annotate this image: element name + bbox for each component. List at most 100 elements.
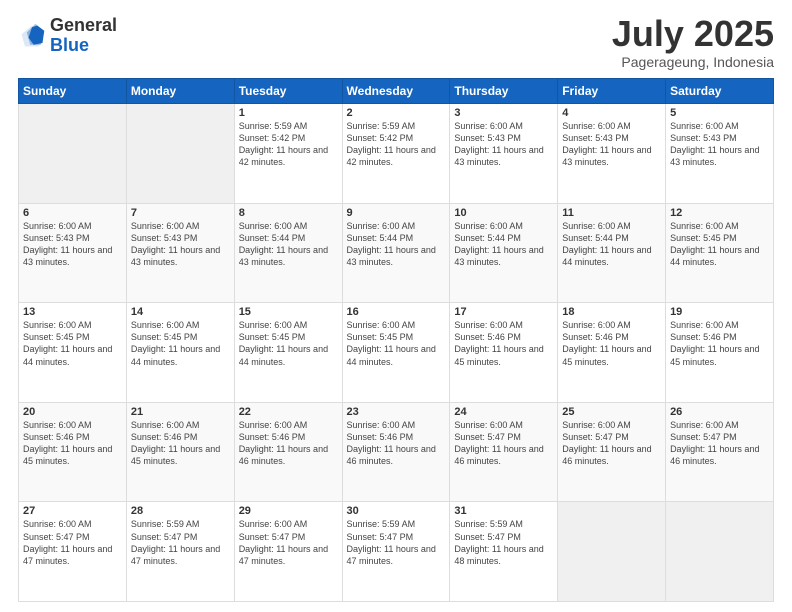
day-info: Sunrise: 6:00 AM Sunset: 5:44 PM Dayligh… [347,220,446,269]
calendar-week-row: 20Sunrise: 6:00 AM Sunset: 5:46 PM Dayli… [19,402,774,502]
calendar-table: SundayMondayTuesdayWednesdayThursdayFrid… [18,78,774,602]
day-number: 18 [562,306,661,318]
day-info: Sunrise: 6:00 AM Sunset: 5:44 PM Dayligh… [239,220,338,269]
header: General Blue July 2025 Pagerageung, Indo… [18,16,774,70]
day-number: 26 [670,406,769,418]
weekday-header: Monday [126,79,234,104]
day-number: 30 [347,505,446,517]
calendar-cell: 23Sunrise: 6:00 AM Sunset: 5:46 PM Dayli… [342,402,450,502]
day-info: Sunrise: 6:00 AM Sunset: 5:46 PM Dayligh… [347,419,446,468]
day-info: Sunrise: 6:00 AM Sunset: 5:46 PM Dayligh… [562,319,661,368]
day-info: Sunrise: 6:00 AM Sunset: 5:47 PM Dayligh… [239,518,338,567]
day-number: 8 [239,207,338,219]
calendar-cell: 1Sunrise: 5:59 AM Sunset: 5:42 PM Daylig… [234,104,342,204]
day-number: 20 [23,406,122,418]
weekday-header: Wednesday [342,79,450,104]
calendar-cell: 31Sunrise: 5:59 AM Sunset: 5:47 PM Dayli… [450,502,558,602]
day-number: 12 [670,207,769,219]
calendar-cell: 9Sunrise: 6:00 AM Sunset: 5:44 PM Daylig… [342,203,450,303]
day-info: Sunrise: 6:00 AM Sunset: 5:45 PM Dayligh… [131,319,230,368]
calendar-week-row: 6Sunrise: 6:00 AM Sunset: 5:43 PM Daylig… [19,203,774,303]
calendar-cell: 28Sunrise: 5:59 AM Sunset: 5:47 PM Dayli… [126,502,234,602]
logo-general: General [50,15,117,35]
weekday-header: Tuesday [234,79,342,104]
day-number: 3 [454,107,553,119]
calendar-cell: 29Sunrise: 6:00 AM Sunset: 5:47 PM Dayli… [234,502,342,602]
weekday-header: Friday [558,79,666,104]
calendar-cell: 6Sunrise: 6:00 AM Sunset: 5:43 PM Daylig… [19,203,127,303]
weekday-header: Thursday [450,79,558,104]
day-number: 5 [670,107,769,119]
calendar-cell: 10Sunrise: 6:00 AM Sunset: 5:44 PM Dayli… [450,203,558,303]
logo-icon [18,22,46,50]
day-info: Sunrise: 6:00 AM Sunset: 5:46 PM Dayligh… [239,419,338,468]
logo: General Blue [18,16,117,56]
day-info: Sunrise: 6:00 AM Sunset: 5:46 PM Dayligh… [454,319,553,368]
calendar-cell: 2Sunrise: 5:59 AM Sunset: 5:42 PM Daylig… [342,104,450,204]
calendar-cell: 19Sunrise: 6:00 AM Sunset: 5:46 PM Dayli… [666,303,774,403]
weekday-header: Sunday [19,79,127,104]
day-info: Sunrise: 6:00 AM Sunset: 5:46 PM Dayligh… [23,419,122,468]
day-info: Sunrise: 5:59 AM Sunset: 5:42 PM Dayligh… [239,120,338,169]
day-number: 16 [347,306,446,318]
day-info: Sunrise: 6:00 AM Sunset: 5:44 PM Dayligh… [562,220,661,269]
calendar-cell: 7Sunrise: 6:00 AM Sunset: 5:43 PM Daylig… [126,203,234,303]
calendar-cell: 24Sunrise: 6:00 AM Sunset: 5:47 PM Dayli… [450,402,558,502]
month-title: July 2025 [612,16,774,52]
day-info: Sunrise: 6:00 AM Sunset: 5:44 PM Dayligh… [454,220,553,269]
day-number: 28 [131,505,230,517]
day-number: 23 [347,406,446,418]
day-info: Sunrise: 6:00 AM Sunset: 5:45 PM Dayligh… [23,319,122,368]
calendar-cell: 18Sunrise: 6:00 AM Sunset: 5:46 PM Dayli… [558,303,666,403]
location: Pagerageung, Indonesia [612,54,774,70]
calendar-cell: 17Sunrise: 6:00 AM Sunset: 5:46 PM Dayli… [450,303,558,403]
day-info: Sunrise: 6:00 AM Sunset: 5:47 PM Dayligh… [670,419,769,468]
day-number: 2 [347,107,446,119]
calendar-cell: 11Sunrise: 6:00 AM Sunset: 5:44 PM Dayli… [558,203,666,303]
day-info: Sunrise: 6:00 AM Sunset: 5:46 PM Dayligh… [131,419,230,468]
day-info: Sunrise: 5:59 AM Sunset: 5:47 PM Dayligh… [454,518,553,567]
day-info: Sunrise: 6:00 AM Sunset: 5:43 PM Dayligh… [670,120,769,169]
day-info: Sunrise: 5:59 AM Sunset: 5:42 PM Dayligh… [347,120,446,169]
day-info: Sunrise: 6:00 AM Sunset: 5:43 PM Dayligh… [562,120,661,169]
day-info: Sunrise: 5:59 AM Sunset: 5:47 PM Dayligh… [131,518,230,567]
day-info: Sunrise: 6:00 AM Sunset: 5:47 PM Dayligh… [23,518,122,567]
day-info: Sunrise: 6:00 AM Sunset: 5:46 PM Dayligh… [670,319,769,368]
page: General Blue July 2025 Pagerageung, Indo… [0,0,792,612]
logo-blue: Blue [50,35,89,55]
day-number: 14 [131,306,230,318]
calendar-cell [666,502,774,602]
calendar-cell: 16Sunrise: 6:00 AM Sunset: 5:45 PM Dayli… [342,303,450,403]
day-number: 29 [239,505,338,517]
title-block: July 2025 Pagerageung, Indonesia [612,16,774,70]
logo-text: General Blue [50,16,117,56]
day-number: 19 [670,306,769,318]
calendar-cell: 22Sunrise: 6:00 AM Sunset: 5:46 PM Dayli… [234,402,342,502]
day-number: 4 [562,107,661,119]
calendar-cell: 14Sunrise: 6:00 AM Sunset: 5:45 PM Dayli… [126,303,234,403]
day-number: 17 [454,306,553,318]
day-number: 24 [454,406,553,418]
calendar-cell: 15Sunrise: 6:00 AM Sunset: 5:45 PM Dayli… [234,303,342,403]
day-info: Sunrise: 6:00 AM Sunset: 5:45 PM Dayligh… [670,220,769,269]
calendar-week-row: 1Sunrise: 5:59 AM Sunset: 5:42 PM Daylig… [19,104,774,204]
day-info: Sunrise: 6:00 AM Sunset: 5:45 PM Dayligh… [347,319,446,368]
day-info: Sunrise: 6:00 AM Sunset: 5:43 PM Dayligh… [23,220,122,269]
calendar-cell: 5Sunrise: 6:00 AM Sunset: 5:43 PM Daylig… [666,104,774,204]
calendar-cell: 3Sunrise: 6:00 AM Sunset: 5:43 PM Daylig… [450,104,558,204]
day-number: 15 [239,306,338,318]
day-number: 31 [454,505,553,517]
day-number: 10 [454,207,553,219]
calendar-cell: 21Sunrise: 6:00 AM Sunset: 5:46 PM Dayli… [126,402,234,502]
day-number: 9 [347,207,446,219]
calendar-cell: 30Sunrise: 5:59 AM Sunset: 5:47 PM Dayli… [342,502,450,602]
calendar-header-row: SundayMondayTuesdayWednesdayThursdayFrid… [19,79,774,104]
calendar-cell [558,502,666,602]
calendar-cell: 8Sunrise: 6:00 AM Sunset: 5:44 PM Daylig… [234,203,342,303]
day-info: Sunrise: 6:00 AM Sunset: 5:47 PM Dayligh… [454,419,553,468]
calendar-week-row: 13Sunrise: 6:00 AM Sunset: 5:45 PM Dayli… [19,303,774,403]
calendar-week-row: 27Sunrise: 6:00 AM Sunset: 5:47 PM Dayli… [19,502,774,602]
calendar-cell: 20Sunrise: 6:00 AM Sunset: 5:46 PM Dayli… [19,402,127,502]
calendar-cell [126,104,234,204]
calendar-cell: 27Sunrise: 6:00 AM Sunset: 5:47 PM Dayli… [19,502,127,602]
